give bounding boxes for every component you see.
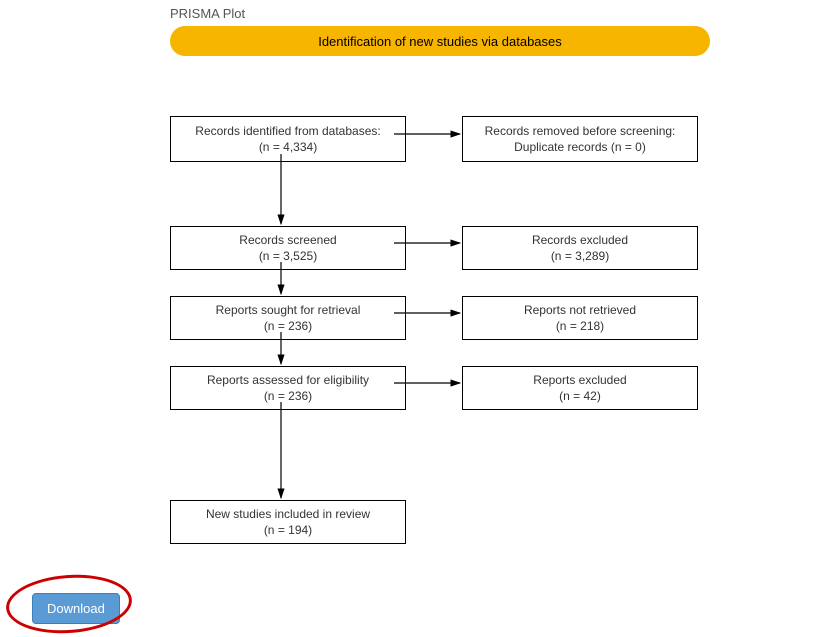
plot-title: PRISMA Plot — [170, 6, 245, 21]
box-records-screened: Records screened (n = 3,525) — [170, 226, 406, 270]
box-line-1: Records identified from databases: — [195, 123, 380, 139]
box-line-1: Records removed before screening: — [485, 123, 676, 139]
box-reports-not-retrieved: Reports not retrieved (n = 218) — [462, 296, 698, 340]
box-studies-included: New studies included in review (n = 194) — [170, 500, 406, 544]
box-reports-excluded: Reports excluded (n = 42) — [462, 366, 698, 410]
box-line-2: (n = 236) — [264, 388, 312, 404]
box-line-1: Reports assessed for eligibility — [207, 372, 369, 388]
box-reports-assessed: Reports assessed for eligibility (n = 23… — [170, 366, 406, 410]
box-line-2: (n = 4,334) — [259, 139, 317, 155]
box-records-identified: Records identified from databases: (n = … — [170, 116, 406, 162]
box-line-2: (n = 3,289) — [551, 248, 609, 264]
box-line-1: Reports not retrieved — [524, 302, 636, 318]
box-line-1: New studies included in review — [206, 506, 370, 522]
box-line-2: (n = 218) — [556, 318, 604, 334]
box-line-2: (n = 236) — [264, 318, 312, 334]
box-reports-sought: Reports sought for retrieval (n = 236) — [170, 296, 406, 340]
box-line-2: Duplicate records (n = 0) — [514, 139, 646, 155]
box-line-2: (n = 42) — [559, 388, 601, 404]
phase-banner-identification: Identification of new studies via databa… — [170, 26, 710, 56]
box-records-removed: Records removed before screening: Duplic… — [462, 116, 698, 162]
box-line-1: Reports excluded — [533, 372, 626, 388]
prisma-plot-container: PRISMA Plot Identification of new studie… — [0, 0, 813, 628]
box-line-1: Reports sought for retrieval — [216, 302, 361, 318]
download-button[interactable]: Download — [32, 593, 120, 624]
box-records-excluded: Records excluded (n = 3,289) — [462, 226, 698, 270]
box-line-1: Records screened — [239, 232, 336, 248]
box-line-2: (n = 194) — [264, 522, 312, 538]
box-line-1: Records excluded — [532, 232, 628, 248]
box-line-2: (n = 3,525) — [259, 248, 317, 264]
